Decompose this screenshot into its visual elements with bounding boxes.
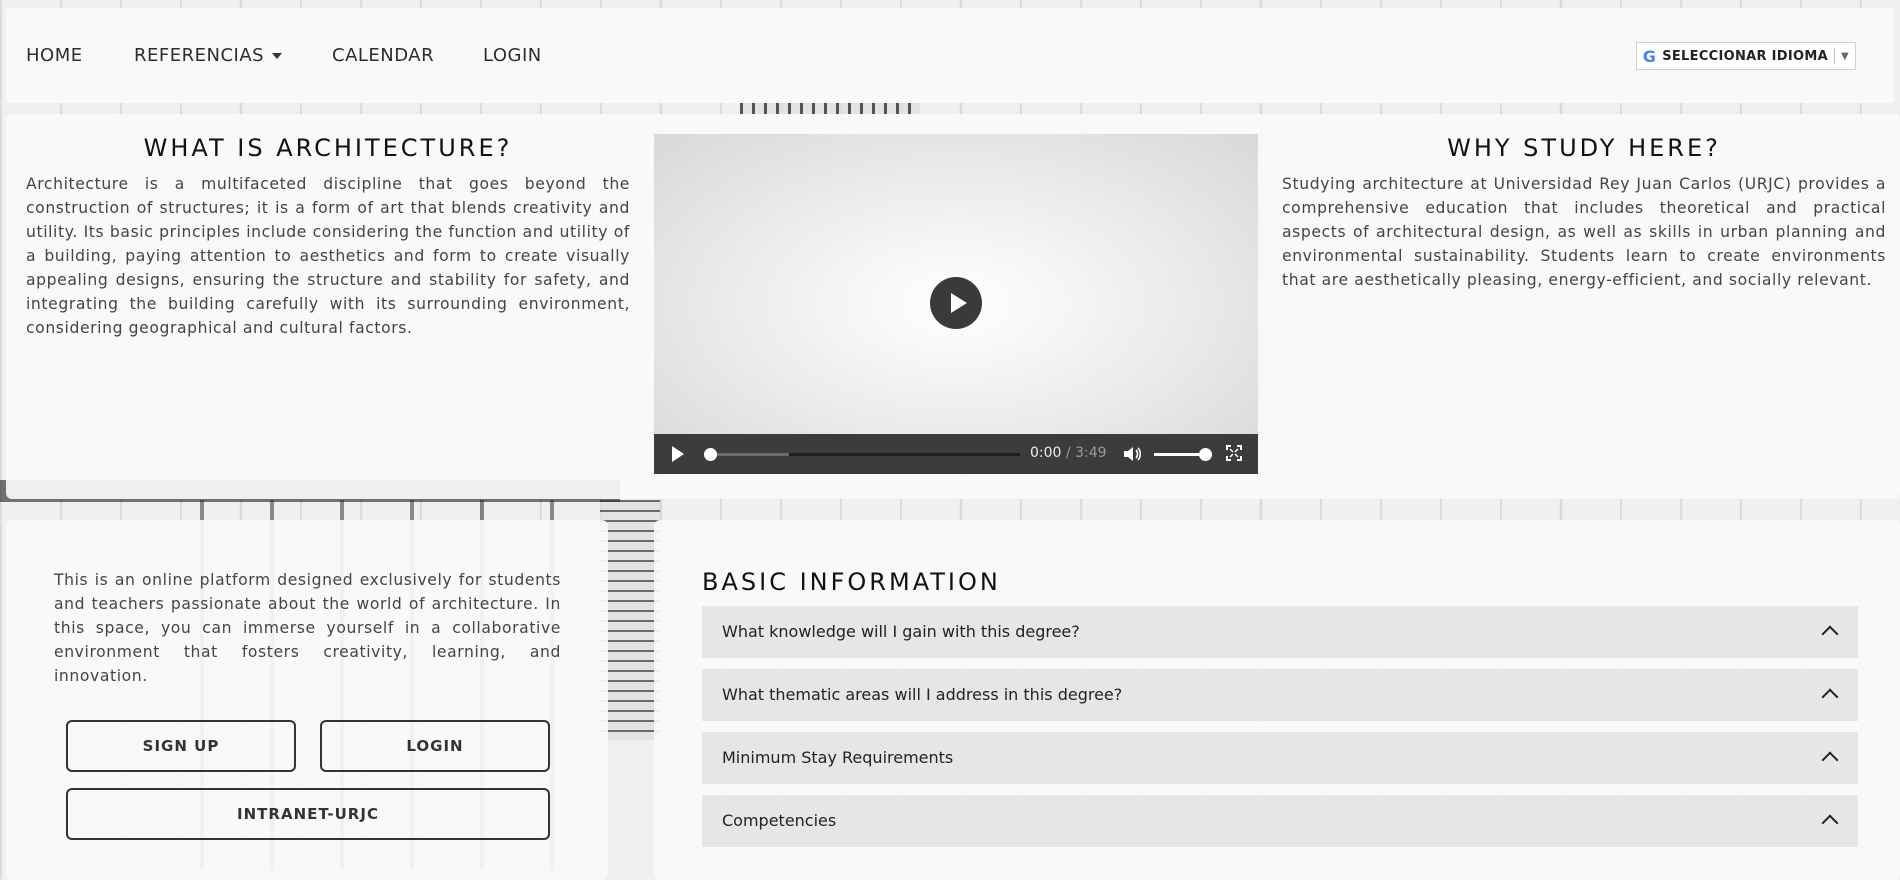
top-navbar: HOME REFERENCIAS CALENDAR LOGIN G SELECC… <box>6 8 1894 103</box>
accordion-label: What thematic areas will I address in th… <box>722 685 1123 704</box>
volume-icon[interactable] <box>1124 446 1142 466</box>
volume-handle[interactable] <box>1199 448 1212 461</box>
progress-handle[interactable] <box>704 448 717 461</box>
nav-home[interactable]: HOME <box>26 45 83 66</box>
chevron-up-icon <box>1821 625 1839 643</box>
fullscreen-icon[interactable] <box>1226 445 1242 465</box>
accordion-item-knowledge[interactable]: What knowledge will I gain with this deg… <box>702 606 1858 664</box>
video-player[interactable]: 0:00 / 3:49 <box>654 134 1258 474</box>
language-selector-label: SELECCIONAR IDIOMA <box>1662 48 1828 64</box>
play-button[interactable] <box>672 446 684 462</box>
nav-login[interactable]: LOGIN <box>483 45 542 66</box>
intro-text: This is an online platform designed excl… <box>54 571 561 685</box>
background-glass-panel <box>600 500 660 740</box>
language-selector[interactable]: G SELECCIONAR IDIOMA ▼ <box>1635 42 1856 70</box>
duration: 3:49 <box>1075 445 1107 461</box>
dropdown-arrow-icon: ▼ <box>1841 50 1849 62</box>
current-time: 0:00 <box>1030 445 1062 461</box>
caret-down-icon <box>272 53 283 59</box>
google-g-icon: G <box>1642 46 1657 66</box>
time-display: 0:00 / 3:49 <box>1030 445 1107 461</box>
why-study-here-title: WHY STUDY HERE? <box>1447 134 1721 162</box>
what-is-architecture-title: WHAT IS ARCHITECTURE? <box>143 134 513 162</box>
chevron-up-icon <box>1821 688 1839 706</box>
play-overlay-button[interactable] <box>930 277 982 329</box>
progress-bar[interactable] <box>704 448 1020 461</box>
intranet-urjc-button[interactable]: INTRANET-URJC <box>66 788 550 840</box>
volume-slider[interactable] <box>1154 448 1212 461</box>
nav-referencias-dropdown[interactable]: REFERENCIAS <box>134 45 283 66</box>
accordion-label: Competencies <box>722 811 837 830</box>
language-divider <box>1834 48 1835 64</box>
chevron-up-icon <box>1821 814 1839 832</box>
what-is-architecture-text: Architecture is a multifaceted disciplin… <box>26 175 630 337</box>
accordion-item-minimum-stay[interactable]: Minimum Stay Requirements <box>702 732 1858 790</box>
sign-up-button[interactable]: SIGN UP <box>66 720 296 772</box>
chevron-up-icon <box>1821 751 1839 769</box>
accordion-item-competencies[interactable]: Competencies <box>702 795 1858 853</box>
accordion-item-thematic-areas[interactable]: What thematic areas will I address in th… <box>702 669 1858 727</box>
accordion-label: Minimum Stay Requirements <box>722 748 954 767</box>
basic-information-title: BASIC INFORMATION <box>702 568 1001 596</box>
buffered-bar <box>708 453 790 456</box>
nav-calendar[interactable]: CALENDAR <box>332 45 434 66</box>
login-button[interactable]: LOGIN <box>320 720 550 772</box>
video-controls: 0:00 / 3:49 <box>654 434 1258 474</box>
accordion-label: What knowledge will I gain with this deg… <box>722 622 1080 641</box>
why-study-here-text: Studying architecture at Universidad Rey… <box>1282 175 1886 289</box>
nav-referencias-label: REFERENCIAS <box>134 45 265 66</box>
